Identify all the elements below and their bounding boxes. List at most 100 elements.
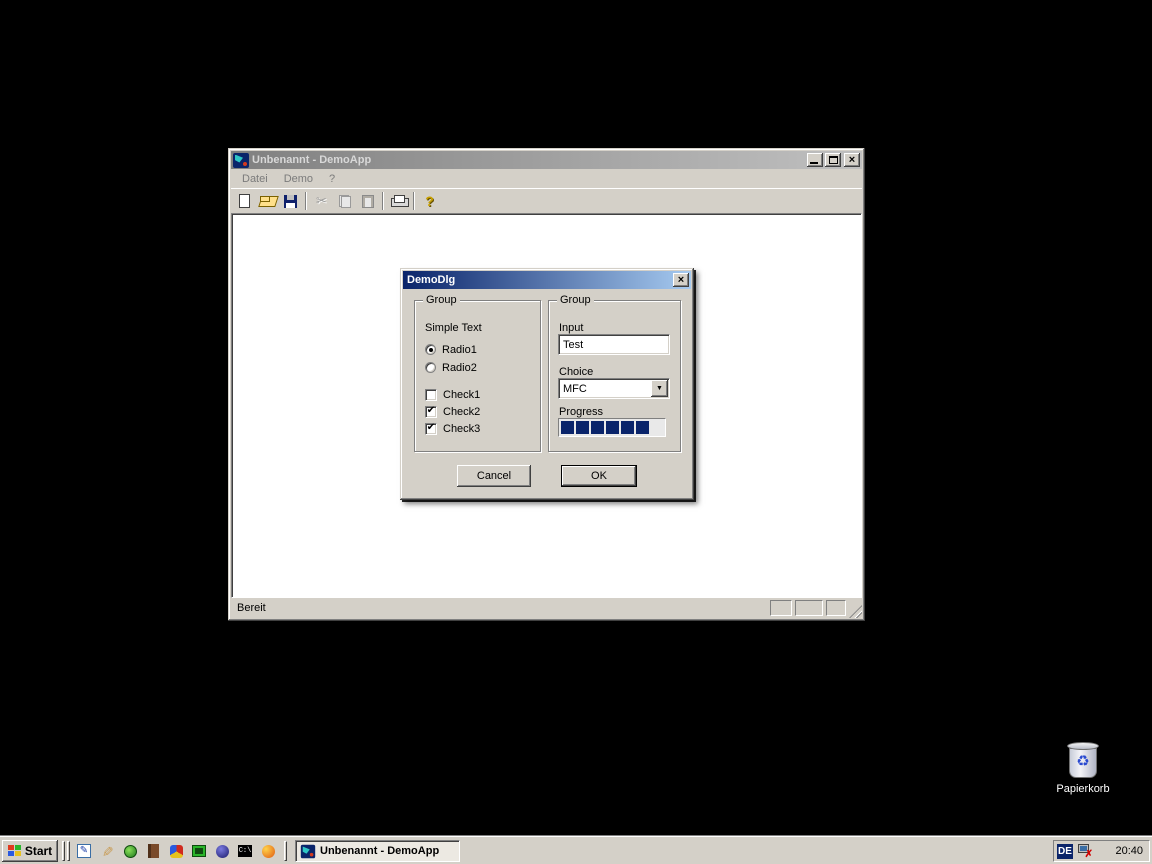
network-disconnected-icon[interactable]: ✗ <box>1077 844 1091 858</box>
cancel-button[interactable]: Cancel <box>457 465 531 487</box>
save-icon <box>284 195 297 208</box>
main-titlebar[interactable]: Unbenannt - DemoApp × <box>231 151 862 169</box>
taskbar-drag-handle[interactable] <box>62 841 65 861</box>
statusbar: Bereit <box>231 598 862 618</box>
toolbar-separator <box>382 192 384 210</box>
open-button[interactable] <box>256 190 279 212</box>
radio2-indicator[interactable] <box>425 362 436 373</box>
radio1-indicator[interactable] <box>425 344 436 355</box>
print-button[interactable] <box>387 190 410 212</box>
recycle-bin-label: Papierkorb <box>1046 783 1120 795</box>
app-icon <box>301 844 315 858</box>
radio-row-2[interactable]: Radio2 <box>425 361 477 374</box>
radio-row-1[interactable]: Radio1 <box>425 343 477 356</box>
quicklaunch-firefox-button[interactable] <box>259 842 277 860</box>
copy-button[interactable] <box>333 190 356 212</box>
cut-icon: ✂ <box>316 193 327 209</box>
close-icon: × <box>678 274 684 286</box>
dialog-close-button[interactable]: × <box>673 273 689 287</box>
copy-icon <box>339 195 351 208</box>
pen-icon: ✎ <box>98 845 115 857</box>
combo-dropdown-button[interactable]: ▼ <box>651 380 668 397</box>
check2-indicator[interactable] <box>425 406 437 418</box>
start-button[interactable]: Start <box>2 840 58 862</box>
task-button-label: Unbenannt - DemoApp <box>320 845 439 857</box>
save-button[interactable] <box>279 190 302 212</box>
dialog-title: DemoDlg <box>407 274 455 286</box>
window-title: Unbenannt - DemoApp <box>252 154 371 166</box>
dialog-titlebar[interactable]: DemoDlg × <box>403 271 691 289</box>
maximize-icon <box>829 156 838 164</box>
task-button-demoapp[interactable]: Unbenannt - DemoApp <box>295 840 460 862</box>
windows-logo-icon <box>8 845 22 857</box>
editor-icon: ✎ <box>77 844 91 858</box>
recycle-bin-icon: ♻ <box>1067 742 1099 780</box>
progress-label-row: Progress <box>559 405 603 418</box>
close-icon: × <box>849 154 855 166</box>
group-left-label: Group <box>423 294 460 306</box>
simple-text-label: Simple Text <box>425 322 482 334</box>
quicklaunch-command-prompt-button[interactable]: C:\ <box>236 842 254 860</box>
cut-button[interactable]: ✂ <box>310 190 333 212</box>
address-book-icon <box>148 844 159 858</box>
language-indicator[interactable]: DE <box>1057 844 1073 859</box>
check3-indicator[interactable] <box>425 423 437 435</box>
quicklaunch-globe-button[interactable] <box>213 842 231 860</box>
menu-datei[interactable]: Datei <box>235 172 275 186</box>
resize-grip[interactable] <box>849 605 862 618</box>
radio1-label: Radio1 <box>442 344 477 356</box>
close-button[interactable]: × <box>844 153 860 167</box>
status-pane <box>826 600 846 616</box>
paste-button[interactable] <box>356 190 379 212</box>
maximize-button[interactable] <box>825 153 841 167</box>
group-right-label: Group <box>557 294 594 306</box>
new-document-button[interactable] <box>233 190 256 212</box>
minimize-icon <box>810 162 818 164</box>
quicklaunch-visual-studio-button[interactable] <box>167 842 185 860</box>
recycle-symbol-icon: ♻ <box>1067 754 1099 769</box>
status-text: Bereit <box>231 602 767 614</box>
check-row-3[interactable]: Check3 <box>425 422 480 435</box>
ok-button[interactable]: OK <box>561 465 637 487</box>
quicklaunch-green-ball-button[interactable] <box>121 842 139 860</box>
app-icon[interactable] <box>233 153 249 168</box>
globe-icon <box>216 845 229 858</box>
green-terminal-icon <box>192 845 206 857</box>
quicklaunch-pen-button[interactable]: ✎ <box>98 842 116 860</box>
paste-icon <box>362 195 374 208</box>
taskbar-drag-handle[interactable] <box>284 841 287 861</box>
menu-help[interactable]: ? <box>322 172 342 186</box>
chevron-down-icon: ▼ <box>656 385 663 392</box>
recycle-bin-desktop-icon[interactable]: ♻ Papierkorb <box>1046 742 1120 795</box>
choice-label-row: Choice <box>559 365 593 378</box>
quicklaunch-editor-button[interactable]: ✎ <box>75 842 93 860</box>
desktop: Unbenannt - DemoApp × Datei Demo ? ✂ ? <box>0 0 1152 864</box>
check-row-1[interactable]: Check1 <box>425 388 480 401</box>
progress-bar <box>558 418 666 437</box>
input-label: Input <box>559 322 583 334</box>
minimize-button[interactable] <box>807 153 823 167</box>
input-label-row: Input <box>559 321 583 334</box>
help-button[interactable]: ? <box>418 190 441 212</box>
taskbar-clock[interactable]: 20:40 <box>1115 845 1143 857</box>
green-ball-icon <box>124 845 137 858</box>
start-label: Start <box>25 844 52 858</box>
choice-combobox[interactable]: MFC ▼ <box>558 378 670 399</box>
quicklaunch-address-book-button[interactable] <box>144 842 162 860</box>
group-left: Group Simple Text Radio1 Radio2 Check1 C… <box>414 300 541 452</box>
demo-dialog: DemoDlg × Group Simple Text Radio1 Radio… <box>400 268 694 500</box>
taskbar-drag-handle[interactable] <box>67 841 70 861</box>
help-icon: ? <box>425 193 434 209</box>
toolbar-separator <box>413 192 415 210</box>
check1-label: Check1 <box>443 389 480 401</box>
quicklaunch-green-terminal-button[interactable] <box>190 842 208 860</box>
check-row-2[interactable]: Check2 <box>425 405 480 418</box>
group-right: Group Input Choice MFC ▼ Progress <box>548 300 681 452</box>
input-field[interactable] <box>558 334 670 355</box>
system-tray: DE ✗ 20:40 <box>1053 840 1150 862</box>
check1-indicator[interactable] <box>425 389 437 401</box>
menu-demo[interactable]: Demo <box>277 172 320 186</box>
visual-studio-icon <box>170 845 183 858</box>
print-icon <box>391 195 407 207</box>
static-text: Simple Text <box>425 321 482 334</box>
